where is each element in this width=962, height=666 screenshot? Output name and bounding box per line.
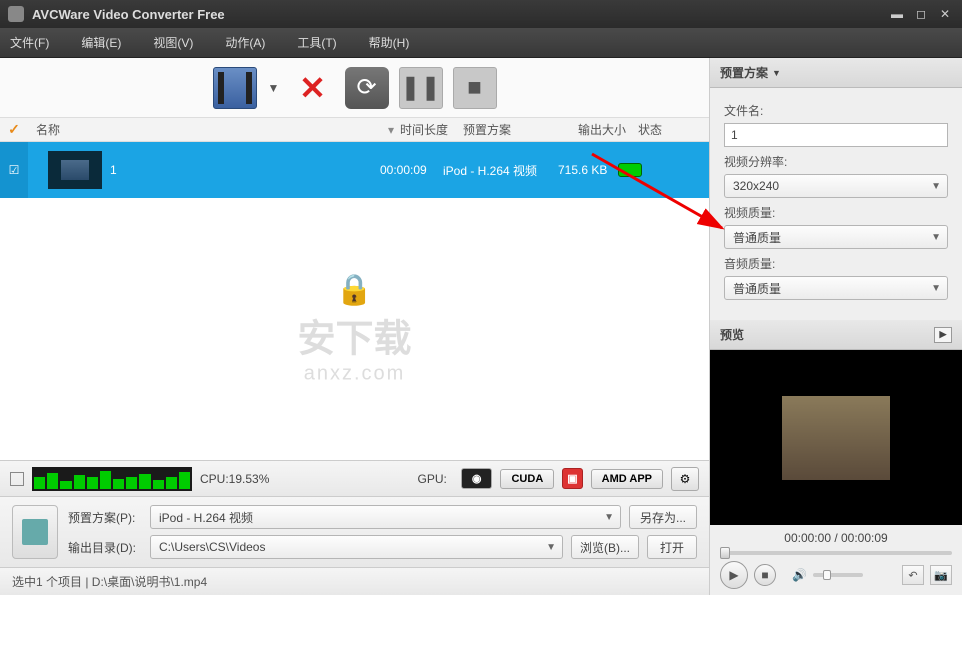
add-file-dropdown[interactable]: ▼	[267, 67, 281, 109]
resolution-combo[interactable]: 320x240▼	[724, 174, 948, 198]
convert-button[interactable]: ⟳	[345, 67, 389, 109]
performance-bar: CPU:19.53% GPU: ◉ CUDA ▣ AMD APP ⚙	[0, 460, 709, 496]
close-button[interactable]: ✕	[936, 7, 954, 21]
preview-frame	[782, 396, 890, 480]
col-profile[interactable]: 预置方案	[463, 121, 578, 138]
preview-detach-button[interactable]: ▶	[934, 327, 952, 343]
menu-help[interactable]: 帮助(H)	[369, 34, 410, 51]
profile-combo[interactable]: iPod - H.264 视频▼	[150, 505, 621, 529]
preview-panel-header: 预览 ▶	[710, 320, 962, 350]
file-row[interactable]: ☑ 1 00:00:09 iPod - H.264 视频 715.6 KB	[0, 142, 709, 198]
browse-button[interactable]: 浏览(B)...	[571, 535, 639, 559]
output-dir-combo[interactable]: C:\Users\CS\Videos▼	[150, 535, 563, 559]
open-button[interactable]: 打开	[647, 535, 697, 559]
chevron-down-icon: ▼	[931, 232, 941, 243]
menu-tools[interactable]: 工具(T)	[297, 34, 336, 51]
cpu-spectrum	[32, 467, 192, 491]
snapshot-button[interactable]: 📷	[930, 565, 952, 585]
delete-button[interactable]: ✕	[291, 67, 335, 109]
add-file-button[interactable]	[213, 67, 257, 109]
volume-icon[interactable]: 🔊	[792, 568, 807, 582]
list-header: ✓ 名称 ▾ 时间长度 预置方案 输出大小 状态	[0, 118, 709, 142]
app-icon	[8, 6, 24, 22]
app-title: AVCWare Video Converter Free	[32, 7, 882, 22]
maximize-button[interactable]: ◻	[912, 7, 930, 21]
seek-slider[interactable]	[720, 551, 952, 555]
chevron-down-icon: ▼	[546, 542, 556, 553]
file-status-indicator	[618, 163, 642, 177]
nvidia-icon: ◉	[461, 468, 493, 489]
watermark: 🔒 安下载 anxz.com	[297, 273, 411, 386]
titlebar: AVCWare Video Converter Free ▬ ◻ ✕	[0, 0, 962, 28]
audio-quality-label: 音频质量:	[724, 255, 948, 272]
col-status[interactable]: 状态	[638, 121, 678, 138]
file-list-empty-area: 🔒 安下载 anxz.com	[0, 198, 709, 460]
cuda-button[interactable]: CUDA	[500, 469, 554, 489]
audio-quality-combo[interactable]: 普通质量▼	[724, 276, 948, 300]
video-thumbnail	[48, 151, 102, 189]
menu-file[interactable]: 文件(F)	[10, 34, 49, 51]
cpu-checkbox[interactable]	[10, 472, 24, 486]
minimize-button[interactable]: ▬	[888, 7, 906, 21]
file-name: 1	[110, 163, 380, 177]
video-quality-combo[interactable]: 普通质量▼	[724, 225, 948, 249]
chevron-down-icon: ▼	[931, 181, 941, 192]
play-button[interactable]: ▶	[720, 561, 748, 589]
stop-preview-button[interactable]: ■	[754, 564, 776, 586]
toolbar: ▼ ✕ ⟳ ❚❚ ■	[0, 58, 709, 118]
file-duration: 00:00:09	[380, 163, 443, 177]
col-name[interactable]: 名称	[28, 121, 388, 138]
gpu-label: GPU:	[418, 472, 447, 486]
device-icon	[12, 505, 58, 559]
amd-icon: ▣	[562, 468, 582, 489]
volume-slider[interactable]	[813, 573, 863, 577]
video-quality-label: 视频质量:	[724, 204, 948, 221]
menu-view[interactable]: 视图(V)	[153, 34, 193, 51]
chevron-down-icon: ▼	[604, 512, 614, 523]
menubar: 文件(F) 编辑(E) 视图(V) 动作(A) 工具(T) 帮助(H)	[0, 28, 962, 58]
resolution-label: 视频分辨率:	[724, 153, 948, 170]
profile-label: 预置方案(P):	[68, 509, 142, 526]
pause-button[interactable]: ❚❚	[399, 67, 443, 109]
preview-area	[710, 350, 962, 525]
select-all-checkbox[interactable]: ✓	[0, 121, 28, 138]
profile-area: 预置方案(P): iPod - H.264 视频▼ 另存为... 输出目录(D)…	[0, 496, 709, 567]
prev-frame-button[interactable]: ↶	[902, 565, 924, 585]
file-profile: iPod - H.264 视频	[443, 162, 558, 179]
filename-label: 文件名:	[724, 102, 948, 119]
col-size[interactable]: 输出大小	[578, 121, 638, 138]
stop-button[interactable]: ■	[453, 67, 497, 109]
output-label: 输出目录(D):	[68, 539, 142, 556]
chevron-down-icon: ▼	[772, 68, 781, 78]
settings-button[interactable]: ⚙	[671, 467, 699, 491]
preview-time: 00:00:00 / 00:00:09	[720, 531, 952, 545]
row-checkbox[interactable]: ☑	[0, 142, 28, 198]
amd-app-button[interactable]: AMD APP	[591, 469, 663, 489]
statusbar: 选中1 个项目 | D:\桌面\说明书\1.mp4	[0, 567, 709, 595]
col-duration[interactable]: 时间长度	[400, 121, 463, 138]
chevron-down-icon: ▼	[931, 283, 941, 294]
cpu-label: CPU:19.53%	[200, 472, 410, 486]
menu-action[interactable]: 动作(A)	[225, 34, 265, 51]
menu-edit[interactable]: 编辑(E)	[81, 34, 121, 51]
file-size: 715.6 KB	[558, 163, 618, 177]
filename-input[interactable]	[724, 123, 948, 147]
gear-icon: ⚙	[680, 472, 691, 486]
profile-panel-header[interactable]: 预置方案▼	[710, 58, 962, 88]
save-as-button[interactable]: 另存为...	[629, 505, 697, 529]
